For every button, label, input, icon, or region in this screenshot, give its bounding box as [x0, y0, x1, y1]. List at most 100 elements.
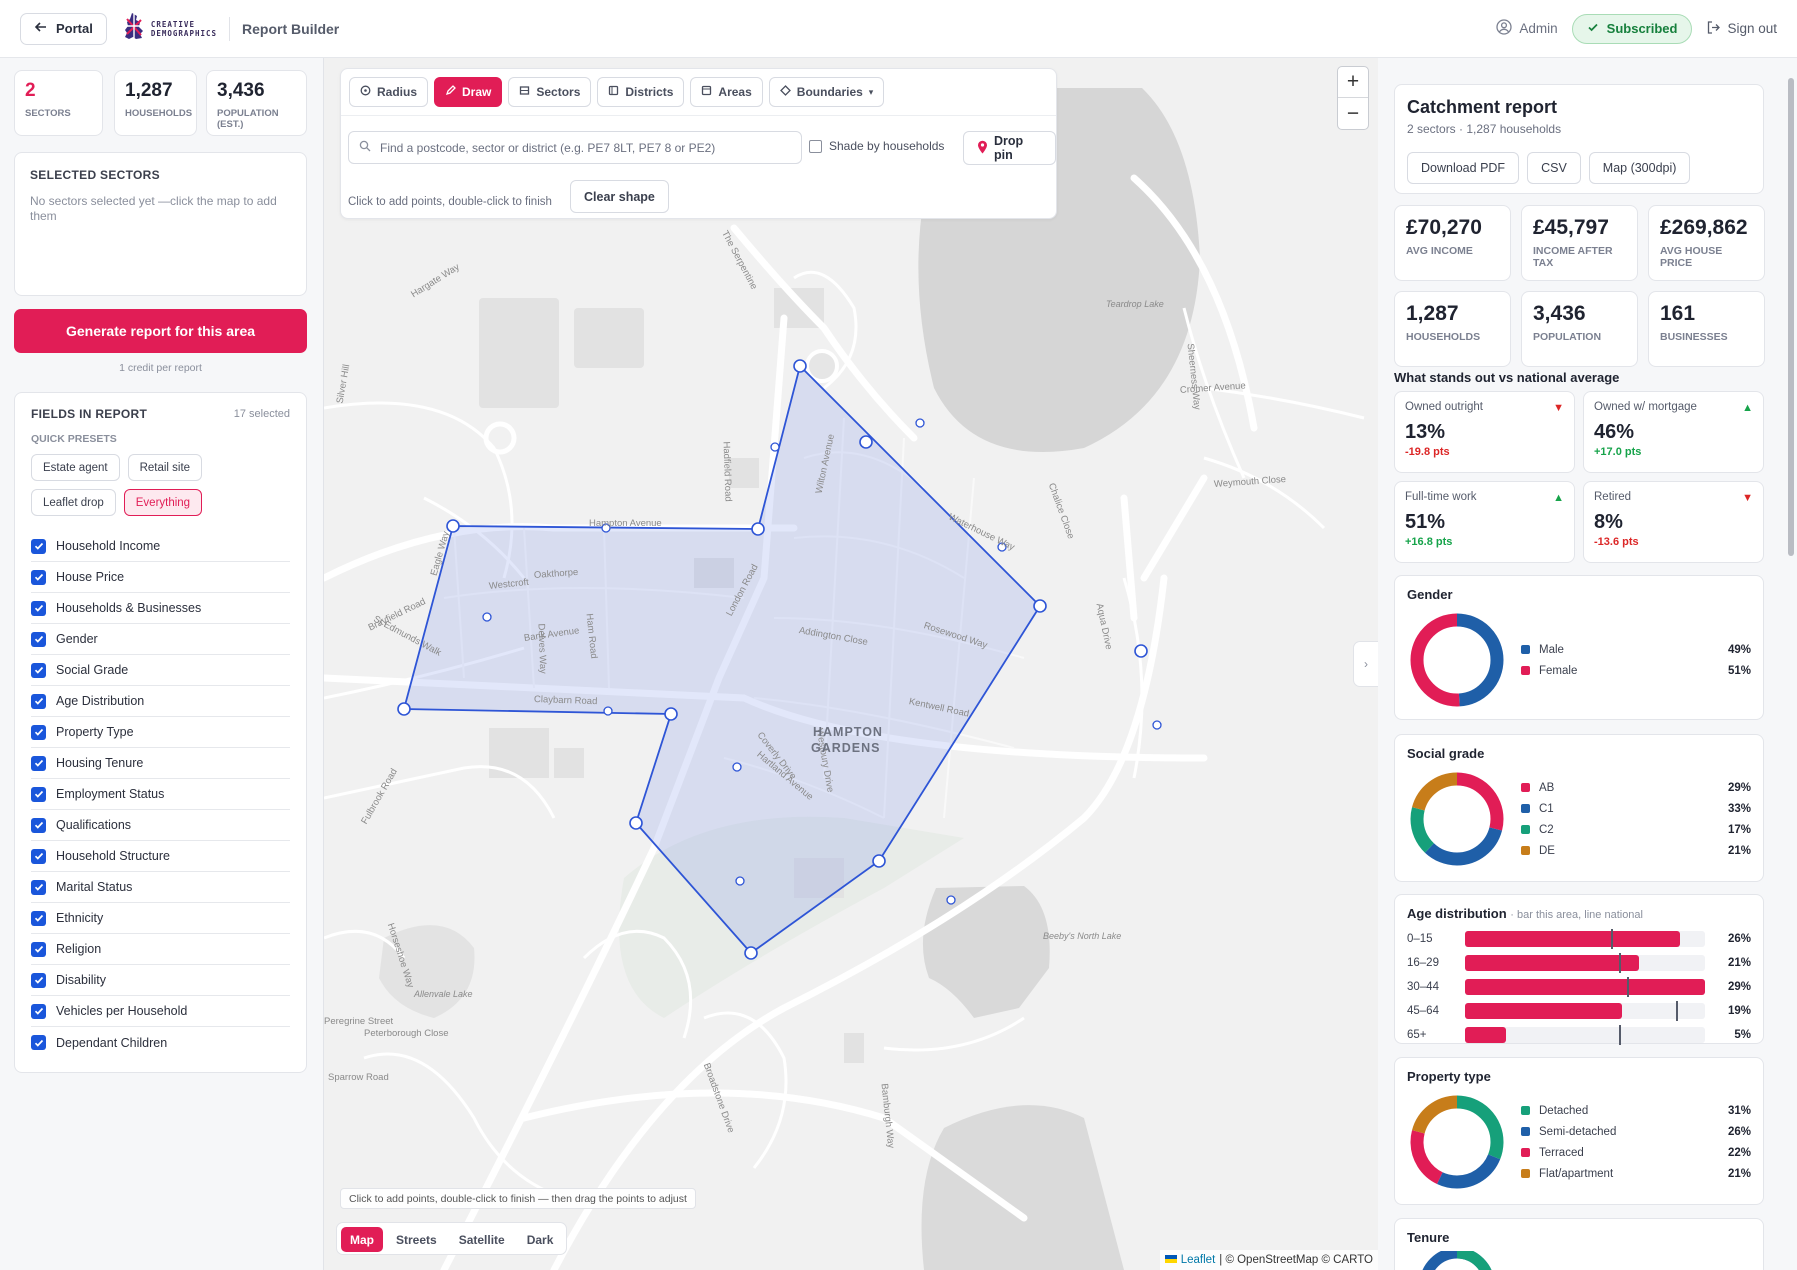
- layer-map[interactable]: Map: [341, 1227, 383, 1252]
- triangle-down-icon: ▼: [1553, 402, 1564, 414]
- field-row[interactable]: Marital Status: [31, 872, 290, 903]
- map-toolbar: Radius Draw Sectors Districts Areas Boundarie…: [340, 68, 1057, 219]
- generate-report-button[interactable]: Generate report for this area: [14, 309, 307, 353]
- map-canvas[interactable]: [324, 58, 1378, 1270]
- checkbox-checked[interactable]: [31, 1003, 46, 1019]
- checkbox-checked[interactable]: [31, 755, 46, 771]
- ukraine-flag-icon: [1164, 1254, 1177, 1266]
- checkbox-checked[interactable]: [31, 786, 46, 802]
- checkbox-checked[interactable]: [31, 693, 46, 709]
- map-view[interactable]: Hampton Avenue London Road Claybarn Road Oa…: [323, 58, 1378, 1270]
- shade-by-households-toggle[interactable]: Shade by households: [809, 139, 944, 153]
- stat-population: 3,436 Population (est.): [206, 70, 307, 136]
- field-label: Marital Status: [56, 880, 133, 894]
- layer-satellite[interactable]: Satellite: [450, 1227, 514, 1252]
- brand-logo[interactable]: CREATIVE DEMOGRAPHICS: [123, 12, 217, 45]
- standout-value: 46%: [1594, 421, 1635, 443]
- checkbox-checked[interactable]: [31, 600, 46, 616]
- postcode-search[interactable]: Find a postcode, sector or district (e.g…: [348, 131, 802, 164]
- panel-scrollbar[interactable]: [1787, 66, 1795, 1262]
- checkbox-checked[interactable]: [31, 879, 46, 895]
- field-row[interactable]: Religion: [31, 934, 290, 965]
- report-download-button[interactable]: Download PDF: [1407, 152, 1520, 184]
- age-bar: [1465, 1003, 1623, 1019]
- toolbar-divider: [341, 115, 1056, 116]
- tenure-title: Tenure: [1407, 1230, 1450, 1245]
- portal-button[interactable]: Portal: [20, 12, 107, 45]
- kpi-value: £70,270: [1406, 216, 1482, 239]
- preset-button[interactable]: Retail site: [127, 454, 203, 481]
- drop-pin-button[interactable]: Drop pin: [963, 131, 1056, 165]
- field-row[interactable]: Household Income: [31, 531, 290, 562]
- checkbox-checked[interactable]: [31, 569, 46, 585]
- field-row[interactable]: Property Type: [31, 717, 290, 748]
- layer-dark[interactable]: Dark: [518, 1227, 563, 1252]
- checkbox-checked[interactable]: [31, 1035, 46, 1050]
- field-row[interactable]: Housing Tenure: [31, 748, 290, 779]
- field-row[interactable]: Disability: [31, 965, 290, 996]
- mode-tab-areas[interactable]: Areas: [690, 77, 763, 107]
- user-menu[interactable]: Admin: [1496, 19, 1558, 38]
- checkbox-checked[interactable]: [31, 662, 46, 678]
- stat-households: 1,287 Households: [114, 70, 197, 136]
- leaflet-link[interactable]: Leaflet: [1181, 1254, 1216, 1266]
- field-row[interactable]: Household Structure: [31, 841, 290, 872]
- field-row[interactable]: Employment Status: [31, 779, 290, 810]
- preset-button[interactable]: Leaflet drop: [31, 489, 116, 516]
- mode-tab-sectors[interactable]: Sectors: [508, 77, 592, 107]
- field-row[interactable]: Qualifications: [31, 810, 290, 841]
- checkbox-checked[interactable]: [31, 817, 46, 833]
- checkbox-checked[interactable]: [31, 631, 46, 647]
- field-row[interactable]: Gender: [31, 624, 290, 655]
- base-layer-switcher: Map Streets Satellite Dark: [336, 1222, 568, 1255]
- mode-tab-radius[interactable]: Radius: [349, 77, 429, 107]
- radius-icon: [360, 85, 371, 99]
- age-track: [1465, 977, 1705, 997]
- field-row[interactable]: Social Grade: [31, 655, 290, 686]
- checkbox-unchecked[interactable]: [809, 139, 822, 153]
- legend-label: C2: [1539, 823, 1554, 836]
- legend-row: Flat/apartment 21%: [1521, 1163, 1751, 1184]
- standout-label: Retired: [1594, 491, 1632, 503]
- preset-button[interactable]: Everything: [123, 489, 203, 516]
- mode-tab-draw[interactable]: Draw: [434, 77, 503, 107]
- age-row: 30–44 29%: [1407, 975, 1751, 999]
- preset-button[interactable]: Estate agent: [31, 454, 120, 481]
- checkbox-checked[interactable]: [31, 538, 46, 554]
- legend-row: C1 33%: [1521, 798, 1751, 819]
- portal-label: Portal: [56, 21, 93, 36]
- checkbox-checked[interactable]: [31, 972, 46, 988]
- age-distribution-card: Age distribution · bar this area, line n…: [1394, 894, 1764, 1045]
- clear-shape-button[interactable]: Clear shape: [570, 180, 669, 213]
- sign-out-link[interactable]: Sign out: [1706, 20, 1777, 38]
- kpi-grid: £70,270 Avg income £45,797 Income after tax…: [1394, 205, 1765, 367]
- collapse-panel-button[interactable]: ›: [1353, 641, 1378, 687]
- field-row[interactable]: Dependant Children: [31, 1027, 290, 1058]
- report-download-button[interactable]: CSV: [1527, 152, 1581, 184]
- mode-tab-boundaries[interactable]: Boundaries ▾: [768, 77, 885, 107]
- road-label: Hampton Avenue: [589, 518, 662, 529]
- field-row[interactable]: House Price: [31, 562, 290, 593]
- checkbox-checked[interactable]: [31, 848, 46, 864]
- field-row[interactable]: Ethnicity: [31, 903, 290, 934]
- layer-streets[interactable]: Streets: [387, 1227, 446, 1252]
- zoom-in-button[interactable]: +: [1338, 67, 1368, 98]
- age-track: [1465, 953, 1705, 973]
- checkbox-checked[interactable]: [31, 941, 46, 957]
- field-row[interactable]: Households & Businesses: [31, 593, 290, 624]
- legend-row: Detached 31%: [1521, 1100, 1751, 1121]
- selected-sectors-empty: No sectors selected yet —click the map t…: [30, 194, 277, 223]
- triangle-up-icon: ▲: [1742, 402, 1753, 414]
- checkbox-checked[interactable]: [31, 910, 46, 926]
- legend-row: Terraced 22%: [1521, 1142, 1751, 1163]
- checkbox-checked[interactable]: [31, 724, 46, 740]
- report-download-button[interactable]: Map (300dpi): [1588, 152, 1691, 184]
- zoom-out-button[interactable]: −: [1338, 98, 1368, 129]
- scrollbar-thumb[interactable]: [1788, 78, 1794, 556]
- legend-swatch: [1521, 645, 1530, 654]
- area-label: GARDENS: [811, 741, 881, 755]
- subscription-badge: Subscribed: [1571, 13, 1693, 44]
- field-row[interactable]: Vehicles per Household: [31, 996, 290, 1027]
- field-row[interactable]: Age Distribution: [31, 686, 290, 717]
- mode-tab-districts[interactable]: Districts: [597, 77, 685, 107]
